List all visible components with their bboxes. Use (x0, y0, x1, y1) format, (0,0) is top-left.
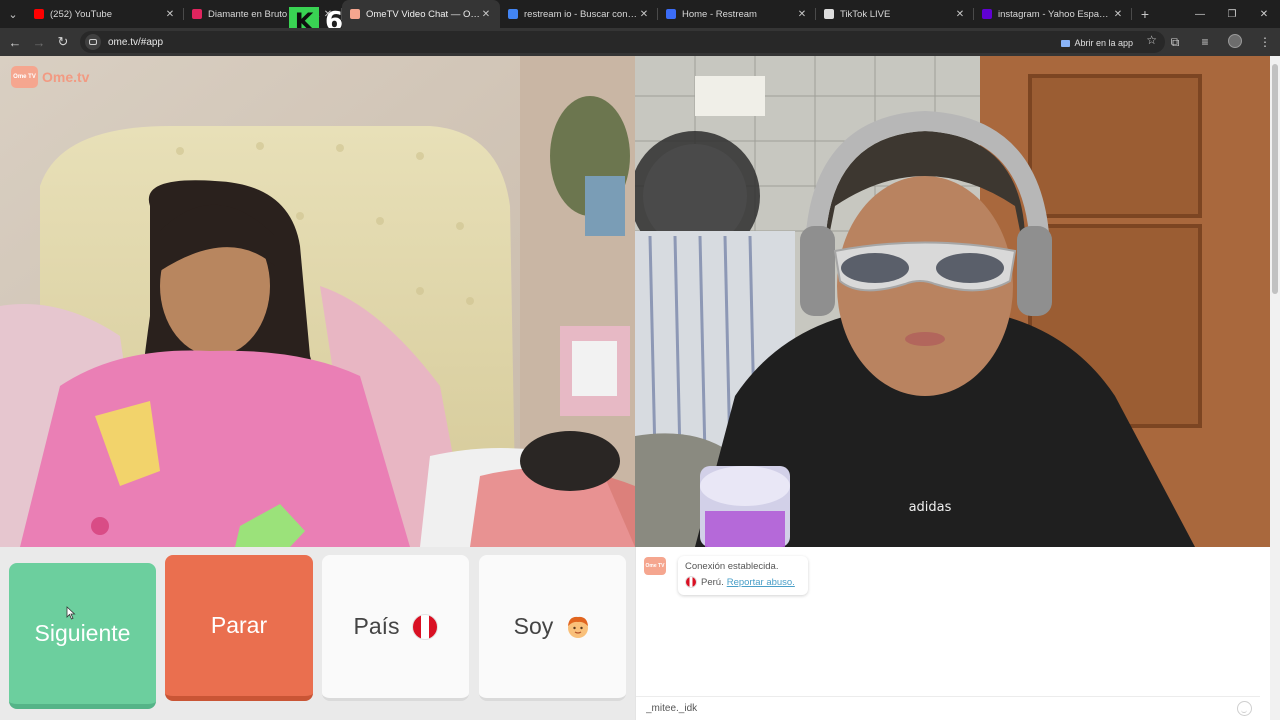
tab-close-icon[interactable]: ✕ (954, 9, 966, 20)
open-in-app-label: Abrir en la app (1074, 38, 1133, 48)
window-controls: — ❐ ✕ (1184, 0, 1280, 28)
tab-list: (252) YouTube ✕ Diamante en Bruto | YouTub… (26, 0, 1132, 28)
address-bar[interactable]: ome.tv/#app Abrir en la app ☆ (80, 31, 1165, 53)
ometv-logo[interactable]: Ome TV Ome.tv (11, 66, 89, 88)
connection-status-text: Conexión establecida. (685, 561, 779, 572)
tab-bar: ⌄ (252) YouTube ✕ Diamante en Bruto | YouT… (0, 0, 1280, 28)
system-message: Conexión establecida. Perú. Reportar abu… (678, 556, 808, 595)
tab-favicon-icon (34, 9, 44, 19)
stranger-video-frame (0, 56, 635, 547)
report-abuse-link[interactable]: Reportar abuso. (727, 577, 795, 588)
chat-panel: Ome TV Conexión establecida. Perú. Repor… (635, 547, 1260, 720)
tab-separator (1131, 8, 1132, 20)
back-icon[interactable]: ← (3, 30, 27, 54)
close-window-icon[interactable]: ✕ (1248, 0, 1280, 28)
tab-title: (252) YouTube (50, 8, 112, 20)
ometv-page: Ome TV Ome.tv adidas Siguiente Parar Paí… (0, 56, 1280, 720)
browser-tab[interactable]: TikTok LIVE ✕ (816, 0, 974, 28)
browser-toolbar: ← → ↻ ome.tv/#app Abrir en la app ☆ (0, 28, 1280, 56)
emoji-icon[interactable] (1237, 701, 1252, 716)
svg-text:adidas: adidas (909, 500, 952, 515)
profile-avatar[interactable] (1220, 33, 1250, 51)
country-button[interactable]: País (322, 555, 469, 701)
tab-close-icon[interactable]: ✕ (480, 9, 492, 20)
peru-flag-small-icon (685, 576, 697, 588)
tab-close-icon[interactable]: ✕ (796, 9, 808, 20)
stop-button[interactable]: Parar (165, 555, 313, 701)
extensions-icon[interactable]: ⧉ (1160, 35, 1190, 50)
url-text[interactable]: ome.tv/#app (108, 37, 163, 48)
tab-favicon-icon (350, 9, 360, 19)
chat-input-bar (636, 696, 1260, 720)
tab-title: OmeTV Video Chat — Ome (366, 8, 480, 20)
stranger-video: Ome TV Ome.tv (0, 56, 635, 547)
forward-icon[interactable]: → (27, 30, 51, 54)
browser-tab[interactable]: Home - Restream ✕ (658, 0, 816, 28)
tab-close-icon[interactable]: ✕ (1112, 9, 1124, 20)
browser-tab[interactable]: instagram - Yahoo España Resultados✕ (974, 0, 1132, 28)
country-text: Perú. (701, 576, 724, 588)
browser-menu-icon[interactable]: ⋮ (1250, 35, 1280, 49)
peru-flag-icon (411, 613, 438, 640)
self-video-frame: adidas (635, 56, 1270, 547)
page-scrollbar[interactable] (1270, 56, 1280, 720)
tab-title: TikTok LIVE (840, 8, 891, 20)
app-icon (1061, 39, 1071, 47)
tab-favicon-icon (982, 9, 992, 19)
site-info-icon[interactable] (85, 34, 101, 50)
tab-search-icon[interactable]: ⌄ (0, 0, 26, 28)
ometv-logo-text: Ome.tv (42, 69, 90, 85)
tab-close-icon[interactable]: ✕ (164, 9, 176, 20)
self-video: adidas (635, 56, 1270, 547)
media-controls-icon[interactable]: ≡ (1190, 35, 1220, 49)
browser-tab[interactable]: (252) YouTube ✕ (26, 0, 184, 28)
minimize-icon[interactable]: — (1184, 0, 1216, 28)
tab-favicon-icon (192, 9, 202, 19)
chat-ometv-icon: Ome TV (644, 557, 666, 575)
gender-button[interactable]: Soy (479, 555, 626, 701)
tab-title: instagram - Yahoo España Resultados (998, 8, 1112, 20)
country-button-label: País (353, 613, 400, 639)
browser-tab[interactable]: restream io - Buscar con Google✕ (500, 0, 658, 28)
tab-title: restream io - Buscar con Google (524, 8, 638, 20)
ometv-logo-icon: Ome TV (11, 66, 38, 88)
tab-close-icon[interactable]: ✕ (638, 9, 650, 20)
gender-button-label: Soy (513, 613, 554, 639)
tab-favicon-icon (508, 9, 518, 19)
tab-favicon-icon (666, 9, 676, 19)
next-button-label: Siguiente (34, 620, 131, 646)
open-in-app-button[interactable]: Abrir en la app (1061, 36, 1133, 50)
country-line: Perú. Reportar abuso. (685, 576, 801, 588)
stop-button-label: Parar (210, 612, 268, 638)
toolbar-actions: ⧉ ≡ ⋮ (1160, 28, 1280, 56)
mouse-cursor-icon (66, 606, 76, 620)
chat-message-input[interactable] (646, 703, 1206, 714)
restore-icon[interactable]: ❐ (1216, 0, 1248, 28)
tab-title: Home - Restream (682, 8, 757, 20)
reload-icon[interactable]: ↻ (51, 30, 75, 54)
boy-emoji-icon (568, 616, 589, 638)
tab-favicon-icon (824, 9, 834, 19)
scrollbar-thumb[interactable] (1272, 64, 1278, 294)
controls-panel: Siguiente Parar País Soy (0, 547, 635, 720)
new-tab-button[interactable]: + (1132, 6, 1158, 22)
bookmark-star-icon[interactable]: ☆ (1146, 33, 1157, 47)
browser-tab[interactable]: OmeTV Video Chat — Ome ✕ (342, 0, 500, 28)
next-button[interactable]: Siguiente (9, 563, 156, 709)
